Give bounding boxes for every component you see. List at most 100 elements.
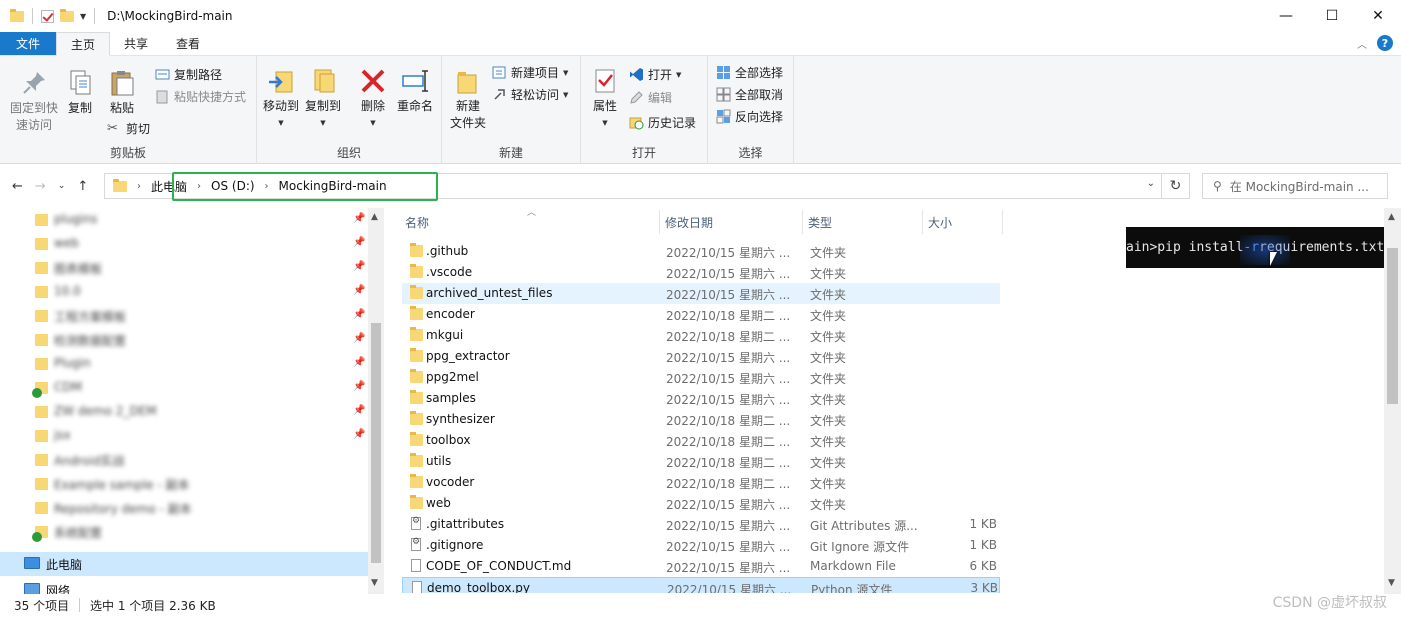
file-row[interactable]: samples 2022/10/15 星期六 ... 文件夹 [402, 388, 1000, 409]
copy-path-button[interactable]: 复制路径 [155, 66, 222, 83]
nav-item[interactable]: plugins 📌 [0, 208, 368, 232]
back-arrow-icon[interactable]: ← [12, 179, 23, 194]
file-row[interactable]: .gitattributes 2022/10/15 星期六 ... Git Attr… [402, 514, 1000, 535]
nav-item[interactable]: 工程方案模板 📌 [0, 304, 368, 328]
file-type: 文件夹 [810, 351, 847, 365]
delete-button[interactable]: 删除 ▼ [357, 66, 389, 132]
nav-item[interactable]: Example sample - 副本 [0, 472, 368, 496]
file-row[interactable]: encoder 2022/10/18 星期二 ... 文件夹 [402, 304, 1000, 325]
sync-ok-icon [32, 532, 42, 542]
new-folder-button[interactable]: 新建 文件夹 [446, 66, 490, 132]
new-item-button[interactable]: 新建项目 ▼ [492, 64, 568, 81]
nav-scrollbar[interactable]: ▲ ▼ [368, 208, 384, 594]
pin-quick-access-button[interactable]: 固定到快 速访问 [6, 68, 62, 134]
file-row[interactable]: .github 2022/10/15 星期六 ... 文件夹 [402, 241, 1000, 262]
file-row[interactable]: web 2022/10/15 星期六 ... 文件夹 [402, 493, 1000, 514]
nav-item[interactable]: 图表模板 📌 [0, 256, 368, 280]
nav-scrollbar-thumb[interactable] [371, 323, 381, 563]
file-row[interactable]: demo_toolbox.py 2022/10/15 星期六 ... Python … [402, 577, 1000, 593]
easy-access-button[interactable]: 轻松访问 ▼ [492, 86, 568, 103]
new-folder-icon[interactable] [60, 8, 74, 22]
content-scrollbar-thumb[interactable] [1387, 248, 1398, 404]
help-icon[interactable]: ? [1377, 35, 1393, 51]
column-date[interactable]: 修改日期 [660, 210, 803, 234]
history-button[interactable]: 历史记录 [629, 114, 696, 131]
move-to-button[interactable]: 移动到 ▼ [261, 66, 301, 132]
nav-item[interactable]: CDM 📌 [0, 376, 368, 400]
tab-home[interactable]: 主页 [56, 32, 111, 56]
nav-item[interactable]: Plugin 📌 [0, 352, 368, 376]
nav-item[interactable]: 系统配置 [0, 520, 368, 544]
file-row[interactable]: ppg2mel 2022/10/15 星期六 ... 文件夹 [402, 367, 1000, 388]
customize-toolbar-icon[interactable]: ▼ [80, 12, 86, 21]
collapse-ribbon-icon[interactable]: ︿ [1357, 36, 1367, 51]
file-row[interactable]: archived_untest_files 2022/10/15 星期六 ... 文… [402, 283, 1000, 304]
nav-item[interactable]: 10.0 📌 [0, 280, 368, 304]
content-scrollbar[interactable]: ▲ ▼ [1384, 208, 1401, 594]
refresh-button[interactable]: ↻ [1162, 173, 1190, 199]
copy-button[interactable]: 复制 [64, 68, 96, 117]
properties-icon[interactable] [41, 9, 54, 23]
file-icon [411, 559, 421, 572]
scroll-down-icon[interactable]: ▼ [371, 578, 378, 588]
search-box[interactable]: ⚲ 在 MockingBird-main ... [1202, 173, 1388, 199]
file-row[interactable]: CODE_OF_CONDUCT.md 2022/10/15 星期六 ... Mark… [402, 556, 1000, 577]
scroll-up-icon[interactable]: ▲ [371, 212, 378, 222]
minimize-button[interactable]: — [1263, 0, 1309, 32]
file-size: 1 KB [969, 517, 997, 531]
invert-selection-button[interactable]: 反向选择 [716, 108, 783, 125]
paste-button[interactable]: 粘贴 [104, 68, 140, 117]
nav-item[interactable]: Repository demo - 副本 [0, 496, 368, 520]
file-row[interactable]: utils 2022/10/18 星期二 ... 文件夹 [402, 451, 1000, 472]
file-row[interactable]: toolbox 2022/10/18 星期二 ... 文件夹 [402, 430, 1000, 451]
window-title: D:\MockingBird-main [107, 9, 233, 23]
column-type[interactable]: 类型 [803, 210, 923, 234]
close-button[interactable]: ✕ [1355, 0, 1401, 32]
tab-view[interactable]: 查看 [162, 32, 214, 55]
nav-item[interactable]: jsx 📌 [0, 424, 368, 448]
edit-button[interactable]: 编辑 [629, 89, 672, 106]
tab-file[interactable]: 文件 [0, 32, 57, 55]
up-arrow-icon[interactable]: ↑ [77, 179, 88, 194]
maximize-button[interactable]: ☐ [1309, 0, 1355, 32]
rename-button[interactable]: 重命名 [395, 66, 435, 115]
nav-item[interactable]: 检测数据配置 📌 [0, 328, 368, 352]
file-row[interactable]: .vscode 2022/10/15 星期六 ... 文件夹 [402, 262, 1000, 283]
file-date: 2022/10/15 星期六 ... [666, 351, 791, 365]
copy-to-button[interactable]: 复制到 ▼ [303, 66, 343, 132]
chevron-right-icon[interactable]: › [137, 181, 141, 192]
select-none-button[interactable]: 全部取消 [716, 86, 783, 103]
nav-item-this-pc[interactable]: 此电脑 [0, 552, 368, 576]
scroll-down-icon[interactable]: ▼ [1388, 578, 1395, 588]
paste-shortcut-button[interactable]: 粘贴快捷方式 [155, 88, 246, 105]
nav-item[interactable]: ZW demo 2_DEM 📌 [0, 400, 368, 424]
address-dropdown-icon[interactable]: ⌄ [1147, 178, 1155, 189]
nav-item[interactable]: Android实战 [0, 448, 368, 472]
nav-item[interactable]: web 📌 [0, 232, 368, 256]
pin-icon: 📌 [353, 333, 366, 344]
cut-button[interactable]: ✂ 剪切 [107, 120, 150, 137]
nav-item-network[interactable]: 网络 [0, 578, 368, 594]
delete-icon [361, 69, 385, 93]
file-size: 6 KB [969, 559, 997, 573]
file-row[interactable]: mkgui 2022/10/18 星期二 ... 文件夹 [402, 325, 1000, 346]
column-size[interactable]: 大小 [923, 210, 1003, 234]
open-button[interactable]: 打开 ▼ [629, 66, 681, 83]
scroll-up-icon[interactable]: ▲ [1388, 212, 1395, 222]
forward-arrow-icon[interactable]: → [35, 179, 46, 194]
file-row[interactable]: synthesizer 2022/10/18 星期二 ... 文件夹 [402, 409, 1000, 430]
column-name[interactable]: 名称 ︿ [400, 208, 660, 234]
select-group: 全部选择 全部取消 反向选择 选择 [708, 56, 794, 164]
file-row[interactable]: ppg_extractor 2022/10/15 星期六 ... 文件夹 [402, 346, 1000, 367]
recent-locations-icon[interactable]: ⌄ [58, 181, 66, 191]
column-headers: 名称 ︿ 修改日期 类型 大小 [400, 208, 1010, 234]
select-all-button[interactable]: 全部选择 [716, 64, 783, 81]
file-row[interactable]: .gitignore 2022/10/15 星期六 ... Git Ignore 源… [402, 535, 1000, 556]
pin-icon: 📌 [353, 405, 366, 416]
file-icon [411, 516, 421, 530]
tab-share[interactable]: 共享 [110, 32, 162, 55]
file-type: 文件夹 [810, 498, 847, 512]
file-name: encoder [426, 307, 475, 321]
properties-button[interactable]: 属性 ▼ [587, 66, 623, 132]
file-row[interactable]: vocoder 2022/10/18 星期二 ... 文件夹 [402, 472, 1000, 493]
